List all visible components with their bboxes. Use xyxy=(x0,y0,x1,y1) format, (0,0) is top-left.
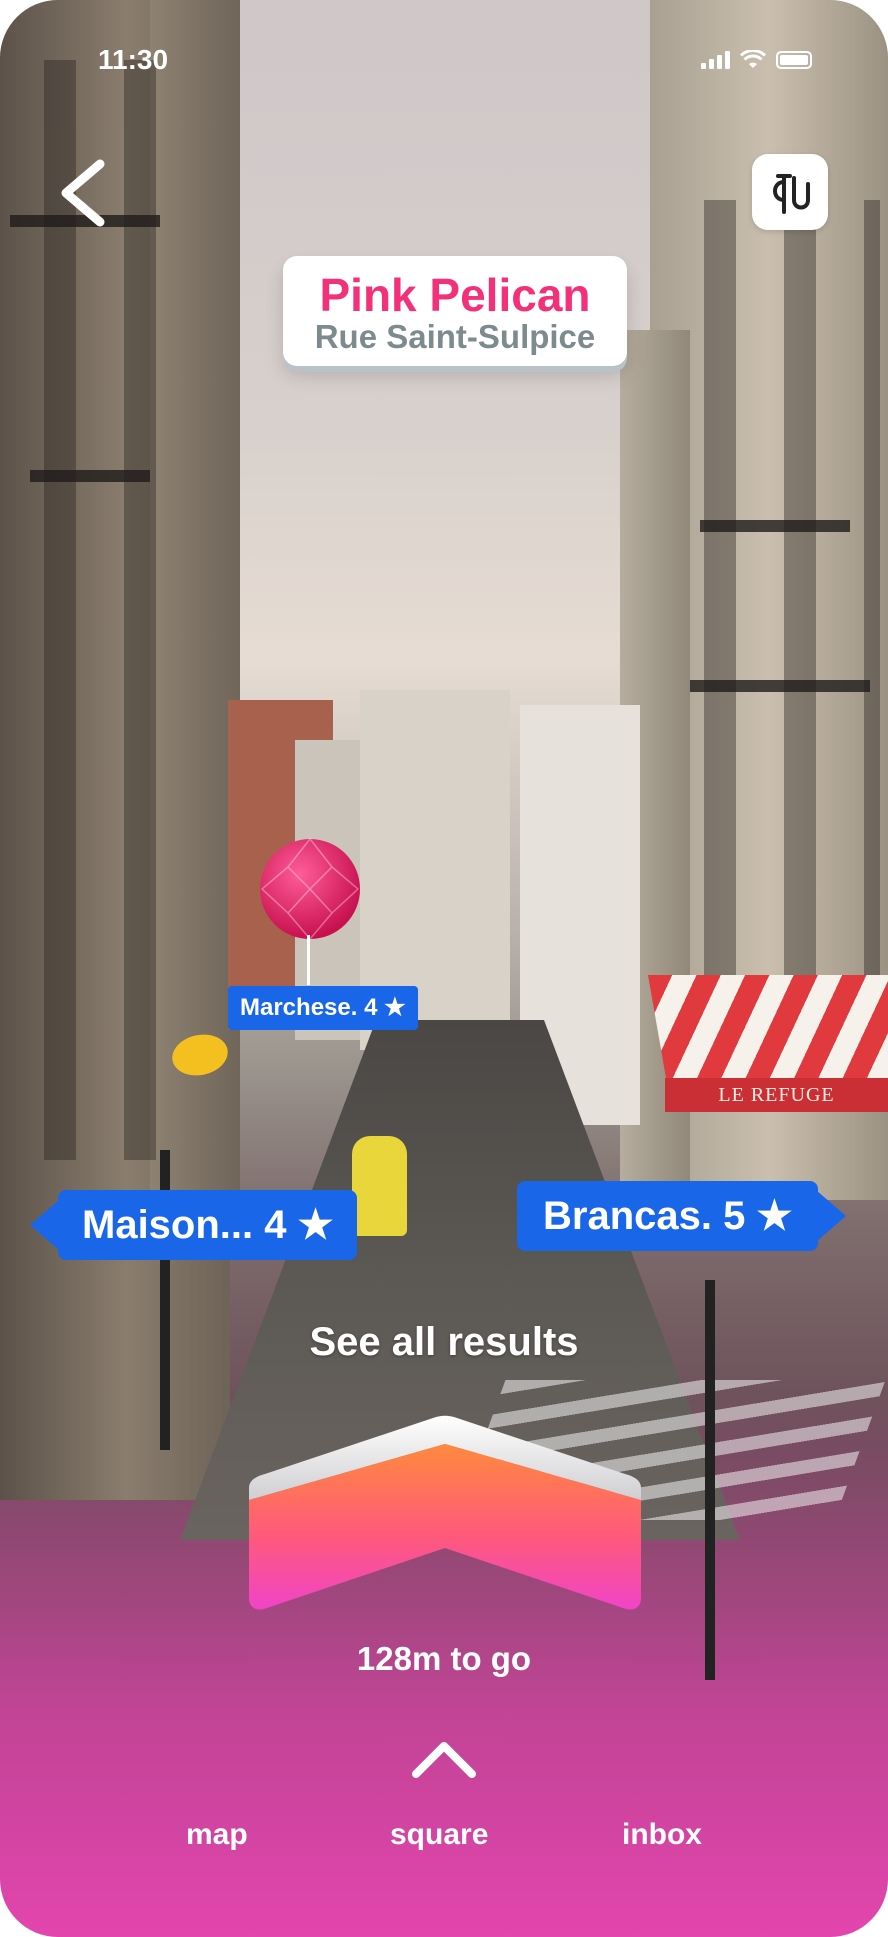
status-bar: 11:30 xyxy=(0,0,888,110)
destination-name: Pink Pelican xyxy=(319,269,591,321)
marker-stem xyxy=(307,935,310,985)
status-time: 11:30 xyxy=(98,44,169,75)
balcony xyxy=(700,520,850,532)
chevron-up-icon[interactable] xyxy=(410,1738,478,1782)
balcony xyxy=(690,680,870,692)
see-all-results-link[interactable]: See all results xyxy=(0,1320,888,1365)
direction-arrow-icon xyxy=(249,1415,641,1610)
windows-right xyxy=(680,200,880,1100)
gem-marker-icon[interactable] xyxy=(258,837,362,941)
back-button[interactable] xyxy=(56,158,116,228)
destination-street: Rue Saint-Sulpice xyxy=(314,318,596,355)
ar-camera-view: LE REFUGE 11:30 Pink Pelican Rue Saint-S… xyxy=(0,0,888,1937)
logo-icon xyxy=(773,174,810,214)
place-label-brancas[interactable]: Brancas. 5 ★ xyxy=(517,1181,847,1251)
status-icons xyxy=(701,50,812,70)
nav-map[interactable]: map xyxy=(186,1818,248,1852)
brand-button[interactable] xyxy=(752,154,828,230)
place-label-maison[interactable]: Maison... 4 ★ xyxy=(29,1190,358,1260)
chevron-left-icon xyxy=(61,159,105,227)
nav-inbox[interactable]: inbox xyxy=(622,1818,702,1852)
signal-icon xyxy=(701,51,730,69)
place-label-marchese[interactable]: Marchese. 4 ★ xyxy=(228,986,418,1030)
nav-square[interactable]: square xyxy=(390,1818,488,1852)
wifi-icon xyxy=(740,50,766,68)
balcony xyxy=(30,470,150,482)
distance-remaining: 128m to go xyxy=(356,1640,532,1677)
destination-card[interactable]: Pink Pelican Rue Saint-Sulpice xyxy=(283,256,627,366)
mailbox xyxy=(352,1136,407,1236)
awning xyxy=(648,975,888,1085)
awning-sign: LE REFUGE xyxy=(665,1078,888,1112)
battery-icon xyxy=(776,51,812,69)
